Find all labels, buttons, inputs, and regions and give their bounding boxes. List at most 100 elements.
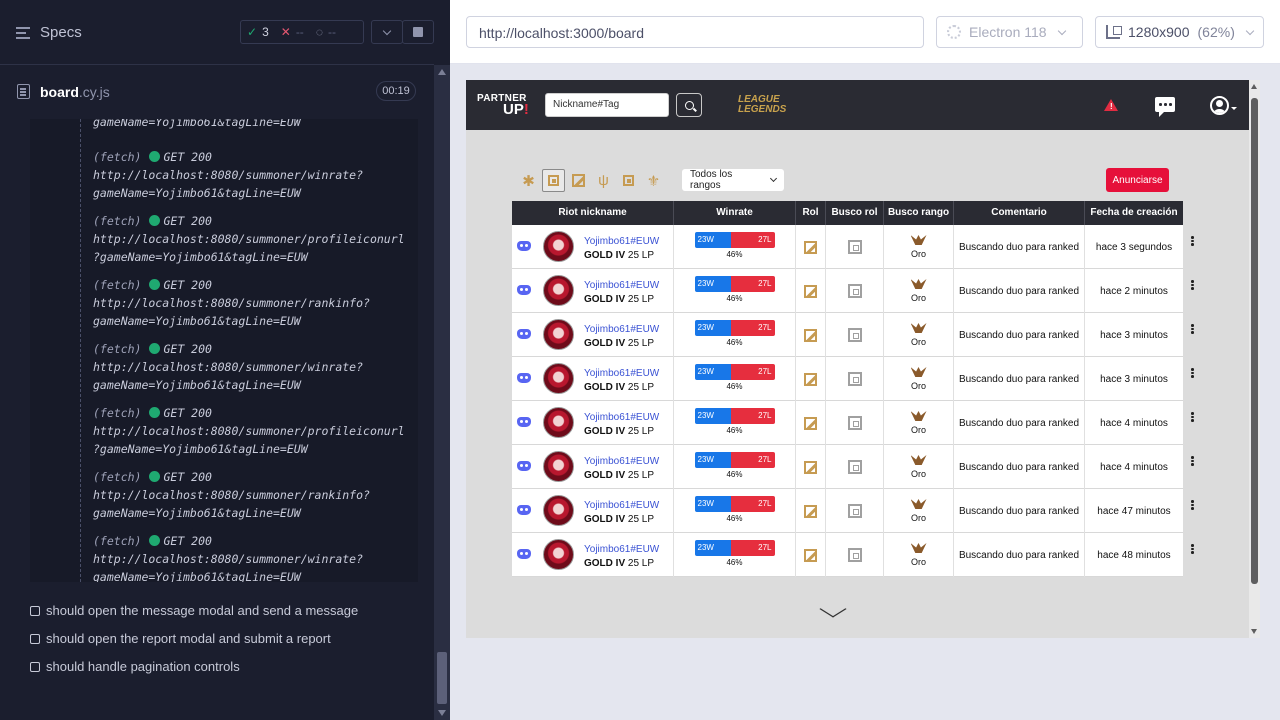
winrate-percent: 46% (726, 557, 743, 567)
discord-icon[interactable] (517, 417, 531, 427)
collapse-button[interactable] (371, 20, 403, 44)
browser-selector[interactable]: Electron 118 (936, 16, 1083, 48)
adc-role-filter[interactable] (617, 169, 640, 192)
discord-icon[interactable] (517, 461, 531, 471)
rank-tier: GOLD IV (584, 514, 626, 525)
wanted-rank: Oro (910, 425, 926, 435)
rank-tier: GOLD IV (584, 338, 626, 349)
chat-icon[interactable] (1155, 97, 1175, 117)
test-title: should open the message modal and send a… (46, 603, 359, 618)
winrate-cell: 23W 27L 46% (674, 269, 796, 313)
viewport-selector[interactable]: 1280x900 (62%) (1095, 16, 1264, 48)
test-item[interactable]: should handle pagination controls (30, 659, 240, 674)
stop-button[interactable] (402, 20, 434, 44)
nickname-cell: Yojimbo61#EUW GOLD IV 25 LP (512, 445, 674, 489)
winrate-cell: 23W 27L 46% (674, 445, 796, 489)
jungle-role-icon (804, 328, 817, 342)
all-roles-filter[interactable]: ✱ (517, 169, 540, 192)
wins: 23W (694, 319, 732, 336)
top-role-icon (847, 504, 862, 518)
discord-icon[interactable] (517, 373, 531, 383)
more-options-icon[interactable] (1191, 368, 1194, 378)
test-title: should handle pagination controls (46, 659, 240, 674)
more-options-icon[interactable] (1191, 544, 1194, 554)
scroll-up-icon[interactable] (438, 69, 446, 75)
riot-nickname-link[interactable]: Yojimbo61#EUW (584, 367, 659, 381)
command-kind: (fetch) (93, 214, 142, 228)
more-options-icon[interactable] (1191, 236, 1194, 246)
winrate-bar: 23W 27L (694, 539, 775, 556)
riot-nickname-link[interactable]: Yojimbo61#EUW (584, 411, 659, 425)
wanted-role-cell (826, 225, 884, 269)
more-options-icon[interactable] (1191, 456, 1194, 466)
spec-file-name: board.cy.js (40, 84, 110, 100)
more-options-icon[interactable] (1191, 500, 1194, 510)
riot-nickname-link[interactable]: Yojimbo61#EUW (584, 323, 659, 337)
pending-stat: ◌ -- (315, 25, 336, 39)
command-entry[interactable]: (fetch) GET 200 http://localhost:8080/summ… (93, 340, 418, 394)
winrate-bar: 23W 27L (694, 363, 775, 380)
scroll-down-icon[interactable] (1251, 629, 1257, 634)
command-entry[interactable]: (fetch) GET 200 http://localhost:8080/summ… (93, 276, 418, 330)
command-entry[interactable]: (fetch) GET 200 http://localhost:8080/summ… (93, 404, 418, 458)
report-alert-icon[interactable]: ! (1104, 99, 1118, 111)
more-options-icon[interactable] (1191, 324, 1194, 334)
rank-dropdown[interactable]: Todos los rangos (682, 169, 784, 191)
app-scrollbar[interactable] (1249, 80, 1260, 638)
riot-nickname-link[interactable]: Yojimbo61#EUW (584, 455, 659, 469)
load-more-chevron-icon[interactable] (819, 600, 847, 618)
more-options-icon[interactable] (1191, 412, 1194, 422)
support-role-filter[interactable]: ⚜ (642, 169, 665, 192)
search-button[interactable] (676, 93, 702, 117)
command-kind: (fetch) (93, 342, 142, 356)
command-entry[interactable]: (fetch) GET 200 http://localhost:8080/summ… (93, 212, 418, 266)
post-ad-button[interactable]: Anunciarse (1106, 168, 1169, 192)
bottom-role-icon (623, 175, 634, 186)
league-points: 25 LP (627, 250, 655, 261)
riot-nickname-link[interactable]: Yojimbo61#EUW (584, 235, 659, 249)
chevron-down-icon (1057, 26, 1066, 35)
scroll-up-icon[interactable] (1251, 84, 1257, 89)
test-item[interactable]: should open the report modal and submit … (30, 631, 331, 646)
url-bar[interactable]: http://localhost:3000/board (466, 16, 924, 48)
jungle-role-filter[interactable] (567, 169, 590, 192)
nickname-search-input[interactable]: Nickname#Tag (545, 93, 669, 117)
chevron-down-icon (769, 174, 778, 183)
command-log[interactable]: gameName=Yojimbo61&tagLine=EUW (fetch) GE… (30, 119, 418, 582)
partnerup-logo[interactable]: PARTNER UP! (477, 93, 529, 117)
comment-cell: Buscando duo para ranked (954, 225, 1085, 269)
league-points: 25 LP (627, 558, 655, 569)
league-points: 25 LP (627, 294, 655, 305)
user-avatar-icon[interactable] (1210, 96, 1229, 115)
discord-icon[interactable] (517, 241, 531, 251)
specs-toggle[interactable]: Specs (16, 24, 82, 41)
wins: 23W (694, 451, 732, 468)
more-options-icon[interactable] (1191, 280, 1194, 290)
spec-file-row[interactable]: board.cy.js (0, 76, 434, 106)
discord-icon[interactable] (517, 505, 531, 515)
riot-nickname-link[interactable]: Yojimbo61#EUW (584, 499, 659, 513)
top-role-filter[interactable] (542, 169, 565, 192)
command-entry[interactable]: (fetch) GET 200 http://localhost:8080/summ… (93, 532, 418, 582)
gold-rank-icon (911, 455, 927, 467)
command-entry[interactable]: (fetch) GET 200 http://localhost:8080/summ… (93, 468, 418, 522)
test-item[interactable]: should open the message modal and send a… (30, 603, 358, 618)
table-header: Riot nickname Winrate Rol Busco rol Busc… (512, 201, 1183, 225)
riot-nickname-link[interactable]: Yojimbo61#EUW (584, 279, 659, 293)
caret-down-icon[interactable] (1231, 107, 1237, 110)
command-entry[interactable]: (fetch) GET 200 http://localhost:8080/summ… (93, 148, 418, 202)
scroll-down-icon[interactable] (438, 710, 446, 716)
profile-icon (543, 319, 574, 350)
riot-nickname-link[interactable]: Yojimbo61#EUW (584, 543, 659, 557)
scroll-thumb[interactable] (1251, 98, 1258, 584)
comment-cell: Buscando duo para ranked (954, 357, 1085, 401)
winrate-percent: 46% (726, 469, 743, 479)
discord-icon[interactable] (517, 329, 531, 339)
discord-icon[interactable] (517, 549, 531, 559)
reporter-scrollbar[interactable] (434, 65, 450, 720)
command-url: gameName=Yojimbo61&tagLine=EUW (93, 570, 301, 582)
discord-icon[interactable] (517, 285, 531, 295)
mid-role-filter[interactable]: ψ (592, 169, 615, 192)
col-header: Winrate (674, 201, 796, 225)
scroll-thumb[interactable] (437, 652, 447, 704)
